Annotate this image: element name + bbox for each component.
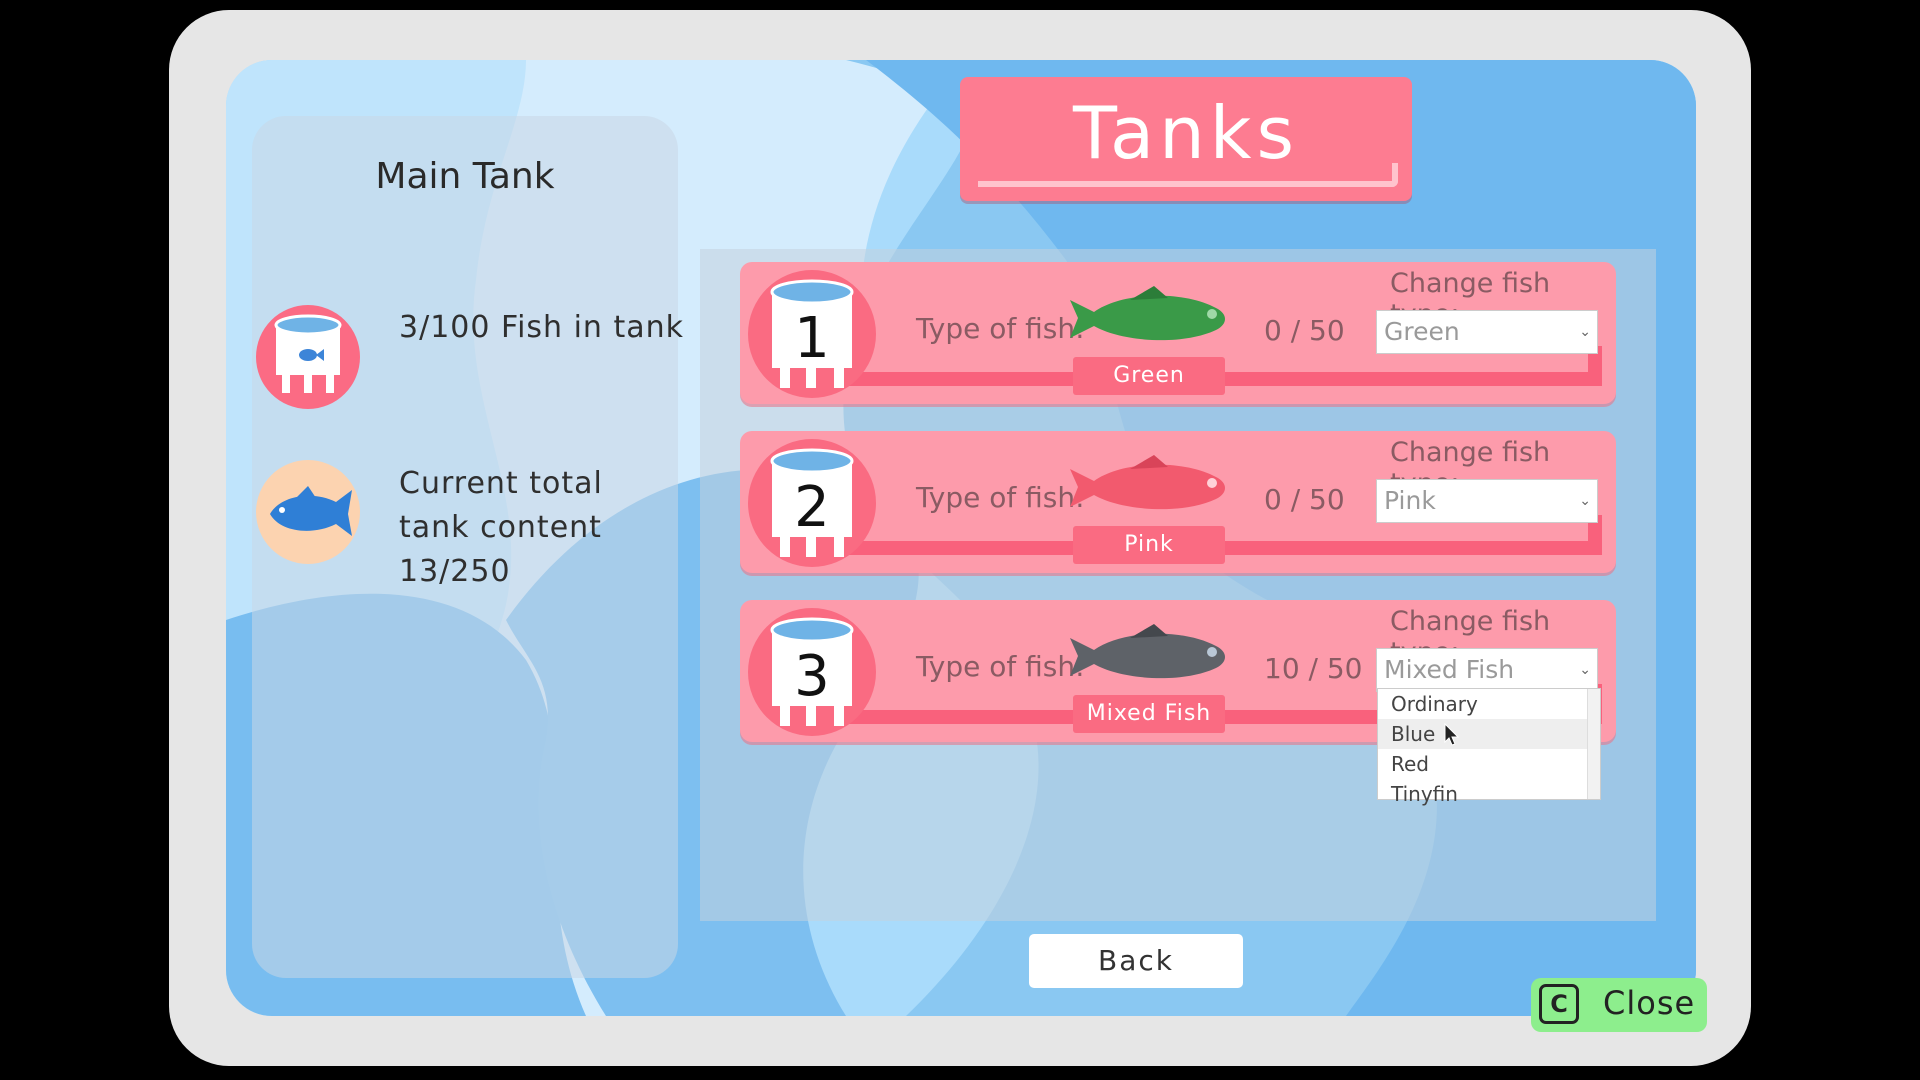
fish-count: 10 / 50 [1264,652,1363,685]
pink-fish-icon [1070,455,1225,510]
mouse-cursor-icon [1444,723,1460,746]
back-button[interactable]: Back [1029,934,1243,988]
chevron-down-icon: ⌄ [1579,324,1591,340]
total-content-line2: tank content [399,510,602,545]
select-value: Mixed Fish [1384,655,1515,684]
select-value: Green [1384,317,1460,346]
tank-number: 3 [794,644,830,709]
chevron-down-icon: ⌄ [1579,662,1591,678]
chevron-down-icon: ⌄ [1579,493,1591,509]
total-content-text: Current total tank content 13/250 [399,462,603,594]
close-button[interactable]: C Close [1531,978,1707,1032]
tank-icon [256,305,360,409]
type-of-fish-label: Type of fish: [916,481,1085,514]
type-of-fish-label: Type of fish: [916,312,1085,345]
fish-icon [256,460,360,564]
gray-fish-icon [1070,624,1225,679]
fish-type-dropdown-list: Ordinary Blue Red Tinyfin [1377,688,1601,806]
dropdown-option-red[interactable]: Red [1378,749,1600,779]
fish-type-select[interactable]: Pink ⌄ [1376,479,1598,523]
tank-row-1: 1 Type of fish: 0 / 50 Green Change fish… [740,262,1616,404]
tanks-header: Tanks [960,77,1412,201]
tank-number-badge: 3 [748,608,876,736]
header-underline [978,163,1398,187]
dropdown-option-ordinary[interactable]: Ordinary [1378,689,1600,719]
fish-type-select[interactable]: Green ⌄ [1376,310,1598,354]
fish-count: 0 / 50 [1264,483,1345,516]
tank-number-badge: 2 [748,439,876,567]
fish-count-text: 3/100 Fish in tank [399,310,684,345]
dropdown-option-blue[interactable]: Blue [1378,719,1600,749]
tank-number: 1 [794,306,830,371]
tank-number-badge: 1 [748,270,876,398]
total-content-line1: Current total [399,466,603,501]
tank-number: 2 [794,475,830,540]
dropdown-option-tinyfin[interactable]: Tinyfin [1378,779,1600,809]
panel-title: Main Tank [375,156,555,197]
close-key-hint: C [1539,984,1579,1024]
close-label: Close [1603,984,1696,1022]
fish-type-select[interactable]: Mixed Fish ⌄ [1376,648,1598,692]
fish-type-tag: Pink [1073,526,1225,564]
total-content-line3: 13/250 [399,554,511,589]
fish-type-tag: Mixed Fish [1073,695,1225,733]
type-of-fish-label: Type of fish: [916,650,1085,683]
fish-type-tag: Green [1073,357,1225,395]
green-fish-icon [1070,286,1225,341]
dropdown-scrollbar[interactable] [1587,689,1600,799]
fish-count: 0 / 50 [1264,314,1345,347]
tank-row-2: 2 Type of fish: 0 / 50 Pink Change fish … [740,431,1616,573]
select-value: Pink [1384,486,1436,515]
